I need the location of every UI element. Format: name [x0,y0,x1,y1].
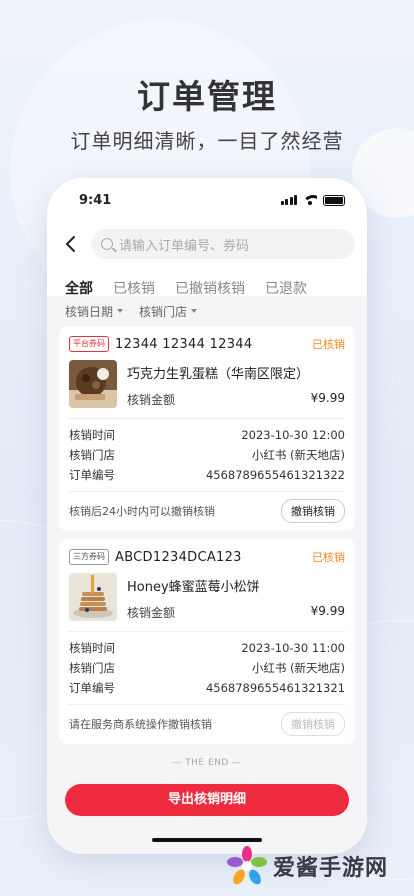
coupon-type-badge: 三方券码 [69,549,109,565]
brand-name: 爱酱手游网 [273,856,389,881]
cellular-signal-icon [280,195,297,205]
caret-down-icon [117,309,124,313]
coupon-type-badge: 平台券码 [69,336,109,352]
store-value: 小红书 (新天地店) [251,448,345,462]
caret-down-icon [191,309,198,313]
time-label: 核销时间 [69,428,115,442]
filter-store-label: 核销门店 [139,304,188,319]
tab-refunded[interactable]: 已退款 [265,272,307,298]
phone-frame: 9:41 请输入订单编号、券码 全部 已核销 已撤销核销 已退款 核销日期 核销… [47,178,367,854]
promo-subtitle: 订单明细清晰，一目了然经营 [70,129,344,153]
revoke-button[interactable]: 撤销核销 [281,499,345,523]
revoke-button-disabled: 撤销核销 [281,712,345,736]
status-bar: 9:41 [47,178,367,222]
product-image [69,573,117,621]
tab-verified[interactable]: 已核销 [113,272,155,298]
amount-value: ¥9.99 [310,604,345,618]
amount-label: 核销金额 [127,393,176,407]
store-label: 核销门店 [69,661,115,675]
coupon-code: ABCD1234DCA123 [115,549,242,565]
tab-all[interactable]: 全部 [65,272,93,304]
home-indicator [152,838,262,842]
order-card[interactable]: 平台券码 12344 12344 12344 已核销 巧克力生乳蛋糕（华南区限定… [59,326,355,531]
status-badge: 已核销 [312,551,345,564]
coupon-code: 12344 12344 12344 [115,336,253,352]
export-button[interactable]: 导出核销明细 [65,784,349,816]
search-placeholder: 请输入订单编号、券码 [119,238,250,254]
time-value: 2023-10-30 12:00 [241,428,345,442]
wifi-icon [303,195,317,205]
store-label: 核销门店 [69,448,115,462]
time-label: 核销时间 [69,641,115,655]
search-icon [101,238,113,250]
amount-label: 核销金额 [127,606,176,620]
end-marker: — THE END — [172,758,242,768]
product-image [69,360,117,408]
filter-date[interactable]: 核销日期 [65,303,124,320]
brand-watermark: 爱酱手游网 [227,846,388,886]
order-no-value: 4568789655461321322 [205,468,345,482]
time-value: 2023-10-30 11:00 [241,641,345,655]
revoke-note: 请在服务商系统操作撤销核销 [69,718,212,731]
order-no-label: 订单编号 [69,681,115,695]
status-badge: 已核销 [312,338,345,351]
search-input[interactable]: 请输入订单编号、券码 [91,229,355,259]
promo-title: 订单管理 [137,77,277,116]
order-card[interactable]: 三方券码 ABCD1234DCA123 已核销 Honey蜂蜜蓝莓小松饼 核销金… [59,539,355,744]
product-name: Honey蜂蜜蓝莓小松饼 [127,580,260,595]
order-no-label: 订单编号 [69,468,115,482]
status-time: 9:41 [79,192,112,208]
battery-icon [323,194,345,206]
revoke-note: 核销后24小时内可以撤销核销 [69,505,215,518]
back-arrow-icon[interactable] [59,232,83,256]
amount-value: ¥9.99 [310,391,345,405]
order-list: 核销日期 核销门店 平台券码 12344 12344 12344 已核销 巧克力… [47,296,367,854]
product-name: 巧克力生乳蛋糕（华南区限定） [127,367,310,382]
tab-revoked[interactable]: 已撤销核销 [175,272,245,298]
filter-date-label: 核销日期 [65,304,114,319]
order-no-value: 4568789655461321321 [205,681,345,695]
filter-store[interactable]: 核销门店 [139,303,198,320]
store-value: 小红书 (新天地店) [251,661,345,675]
brand-logo-icon [227,846,267,885]
